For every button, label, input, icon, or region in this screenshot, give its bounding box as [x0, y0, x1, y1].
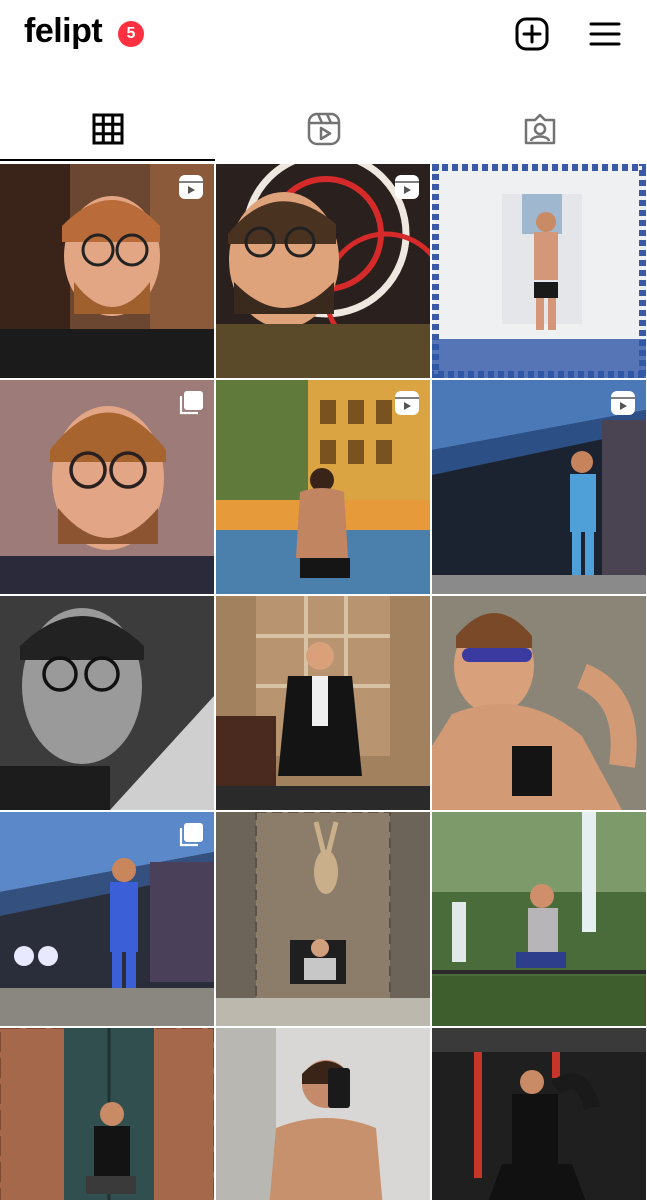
grid-icon [92, 113, 124, 150]
tab-posts[interactable] [0, 100, 215, 162]
carousel-badge-icon [178, 822, 204, 848]
notification-badge[interactable]: 5 [118, 21, 144, 47]
carousel-badge-icon [178, 390, 204, 416]
post-tile[interactable] [0, 380, 214, 594]
tab-reels[interactable] [216, 100, 431, 162]
post-tile[interactable] [432, 596, 646, 810]
post-tile[interactable] [0, 596, 214, 810]
post-tile[interactable] [432, 380, 646, 594]
post-tile[interactable] [0, 164, 214, 378]
active-tab-indicator [0, 159, 215, 161]
reel-badge-icon [394, 174, 420, 200]
posts-grid [0, 164, 647, 1200]
post-tile[interactable] [216, 164, 430, 378]
post-tile[interactable] [432, 164, 646, 378]
reel-badge-icon [178, 174, 204, 200]
profile-username[interactable]: felipt [24, 12, 103, 51]
post-tile[interactable] [0, 812, 214, 1026]
post-tile[interactable] [432, 812, 646, 1026]
post-tile[interactable] [216, 1028, 430, 1200]
reels-icon [307, 112, 341, 151]
post-tile[interactable] [0, 1028, 214, 1200]
tab-tagged[interactable] [432, 100, 647, 162]
profile-tabs [0, 100, 647, 162]
profile-header: felipt 5 [0, 0, 647, 70]
post-tile[interactable] [216, 812, 430, 1026]
post-tile[interactable] [432, 1028, 646, 1200]
plus-square-icon[interactable] [513, 15, 551, 53]
hamburger-menu-icon[interactable] [586, 15, 624, 53]
reel-badge-icon [610, 390, 636, 416]
post-tile[interactable] [216, 596, 430, 810]
post-tile[interactable] [216, 380, 430, 594]
tagged-icon [523, 112, 557, 151]
reel-badge-icon [394, 390, 420, 416]
